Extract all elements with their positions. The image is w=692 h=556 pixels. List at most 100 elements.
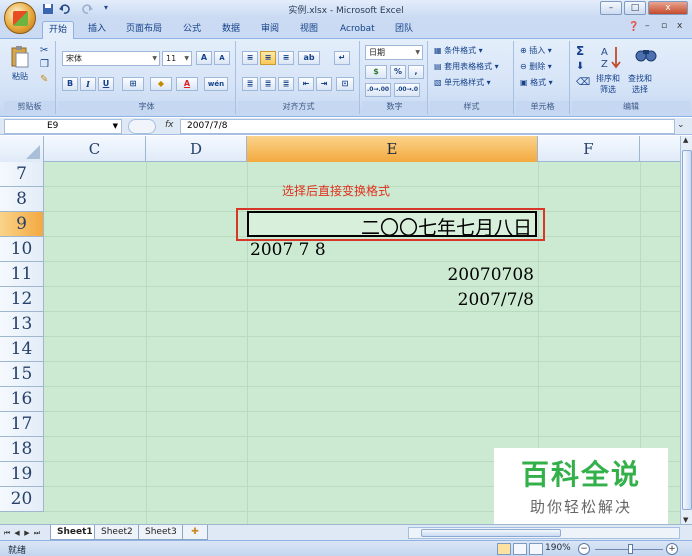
tab-insert[interactable]: 插入	[82, 21, 112, 39]
decrease-indent-icon[interactable]: ⇤	[298, 77, 314, 91]
align-right-icon[interactable]: ≣	[278, 77, 294, 91]
font-color-button[interactable]: A	[176, 77, 198, 91]
autosum-button[interactable]: Σ	[576, 44, 584, 58]
fill-color-icon[interactable]: ◆	[150, 77, 172, 91]
scroll-up-icon[interactable]: ▲	[683, 136, 688, 144]
row-header-16[interactable]: 16	[0, 387, 44, 412]
align-top-icon[interactable]: ≡	[242, 51, 258, 65]
row-header-12[interactable]: 12	[0, 287, 44, 312]
row-header-7[interactable]: 7	[0, 162, 44, 187]
wrap-text-icon[interactable]: ↵	[334, 51, 350, 65]
horizontal-scroll-thumb[interactable]	[421, 529, 561, 537]
zoom-out-icon[interactable]: −	[578, 543, 590, 555]
row-header-15[interactable]: 15	[0, 362, 44, 387]
office-button[interactable]	[4, 2, 36, 34]
row-header-10[interactable]: 10	[0, 237, 44, 262]
vertical-scrollbar[interactable]: ▲ ▼	[680, 136, 692, 524]
horizontal-scrollbar[interactable]	[408, 527, 680, 539]
row-header-20[interactable]: 20	[0, 487, 44, 512]
sort-filter-icon[interactable]: AZ	[600, 44, 622, 70]
align-bottom-icon[interactable]: ≡	[278, 51, 294, 65]
sheet-tab-1[interactable]: Sheet1	[50, 525, 100, 540]
align-left-icon[interactable]: ≣	[242, 77, 258, 91]
expand-formula-bar-icon[interactable]: ⌄	[677, 120, 689, 133]
cut-icon[interactable]: ✂	[40, 45, 48, 56]
clear-icon[interactable]: ⌫	[576, 77, 590, 88]
format-painter-icon[interactable]: ✎	[40, 74, 48, 85]
grow-font-button[interactable]: A	[196, 51, 212, 65]
cell-styles-button[interactable]: ▧ 单元格样式 ▾	[434, 77, 491, 88]
row-header-11[interactable]: 11	[0, 262, 44, 287]
sort-filter-button[interactable]: 排序和 筛选	[596, 73, 620, 95]
name-box[interactable]: E9 ▼	[4, 119, 122, 134]
sheet-tab-2[interactable]: Sheet2	[94, 525, 140, 540]
align-center-icon[interactable]: ≣	[260, 77, 276, 91]
paste-button[interactable]: 粘贴	[12, 71, 28, 82]
align-middle-icon[interactable]: ≡	[260, 51, 276, 65]
column-header-f[interactable]: F	[538, 136, 640, 162]
ribbon-restore-icon[interactable]: ▫	[661, 21, 667, 31]
cell-e10[interactable]: 2007 7 8	[250, 240, 326, 260]
fill-icon[interactable]: ⬇	[576, 61, 584, 72]
column-header-c[interactable]: C	[44, 136, 146, 162]
phonetic-button[interactable]: wén	[204, 77, 228, 91]
number-format-select[interactable]: 日期 ▼	[365, 45, 423, 60]
tab-team[interactable]: 团队	[389, 21, 419, 39]
increase-indent-icon[interactable]: ⇥	[316, 77, 332, 91]
cell-e11[interactable]: 20070708	[447, 265, 534, 285]
workbook-close-icon[interactable]: x	[677, 21, 682, 31]
find-select-button[interactable]: 查找和 选择	[628, 73, 652, 95]
currency-button[interactable]: $	[365, 65, 387, 79]
tab-review[interactable]: 审阅	[255, 21, 285, 39]
page-layout-view-icon[interactable]	[513, 543, 527, 555]
borders-icon[interactable]: ⊞	[122, 77, 144, 91]
orientation-icon[interactable]: ab	[298, 51, 320, 65]
format-as-table-button[interactable]: ▤ 套用表格格式 ▾	[434, 61, 499, 72]
sheet-tab-3[interactable]: Sheet3	[138, 525, 184, 540]
italic-button[interactable]: I	[80, 77, 96, 91]
page-break-view-icon[interactable]	[529, 543, 543, 555]
ribbon-minimize-icon[interactable]: –	[645, 21, 650, 31]
prev-sheet-icon[interactable]: ◀	[12, 527, 22, 539]
delete-cells-button[interactable]: ⊖ 删除 ▾	[520, 61, 552, 72]
column-header-g[interactable]	[640, 136, 680, 162]
row-header-18[interactable]: 18	[0, 437, 44, 462]
conditional-format-button[interactable]: ▦ 条件格式 ▾	[434, 45, 483, 56]
column-header-e[interactable]: E	[247, 136, 538, 162]
first-sheet-icon[interactable]: ⏮	[2, 527, 12, 539]
font-size-select[interactable]: 11 ▼	[162, 51, 192, 66]
font-name-select[interactable]: 宋体 ▼	[62, 51, 160, 66]
tab-home[interactable]: 开始	[42, 21, 75, 39]
row-header-8[interactable]: 8	[0, 187, 44, 212]
insert-cells-button[interactable]: ⊕ 插入 ▾	[520, 45, 552, 56]
row-header-17[interactable]: 17	[0, 412, 44, 437]
bold-button[interactable]: B	[62, 77, 78, 91]
next-sheet-icon[interactable]: ▶	[22, 527, 32, 539]
tab-view[interactable]: 视图	[294, 21, 324, 39]
format-cells-button[interactable]: ▣ 格式 ▾	[520, 77, 553, 88]
insert-sheet-icon[interactable]: ✚	[182, 525, 208, 540]
tab-page-layout[interactable]: 页面布局	[120, 21, 168, 39]
underline-button[interactable]: U	[98, 77, 114, 91]
worksheet-grid[interactable]: C D E F 7 8 9 10 11 12 13 14 15 16 17 18…	[0, 136, 680, 524]
increase-decimal-icon[interactable]: .0→.00	[365, 83, 391, 97]
last-sheet-icon[interactable]: ⏭	[32, 527, 42, 539]
row-header-19[interactable]: 19	[0, 462, 44, 487]
formula-input[interactable]: 2007/7/8	[180, 119, 675, 134]
cell-e12[interactable]: 2007/7/8	[458, 290, 534, 310]
zoom-level[interactable]: 190%	[545, 543, 571, 553]
tab-acrobat[interactable]: Acrobat	[334, 21, 381, 39]
tab-data[interactable]: 数据	[216, 21, 246, 39]
minimize-button[interactable]: –	[600, 1, 622, 15]
scroll-down-icon[interactable]: ▼	[683, 516, 688, 524]
row-header-9[interactable]: 9	[0, 212, 44, 237]
paste-icon[interactable]	[10, 45, 30, 69]
select-all-button[interactable]	[0, 136, 44, 162]
close-button[interactable]: x	[648, 1, 688, 15]
vertical-scroll-thumb[interactable]	[682, 150, 692, 510]
help-icon[interactable]: ❓	[628, 22, 639, 32]
row-header-13[interactable]: 13	[0, 312, 44, 337]
insert-function-button[interactable]: fx	[165, 120, 174, 130]
normal-view-icon[interactable]	[497, 543, 511, 555]
column-header-d[interactable]: D	[146, 136, 247, 162]
